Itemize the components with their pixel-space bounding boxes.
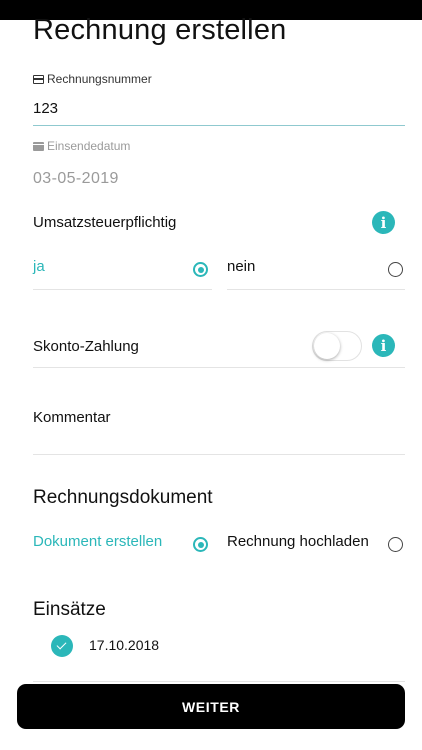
skonto-toggle-knob: [314, 333, 340, 359]
comment-divider: [33, 454, 405, 455]
vat-option-yes-radio[interactable]: [193, 262, 208, 277]
document-option-create-radio[interactable]: [193, 537, 208, 552]
document-option-upload-label[interactable]: Rechnung hochladen: [227, 533, 369, 550]
submit-date-field[interactable]: 03-05-2019: [33, 170, 119, 188]
vat-no-divider: [227, 289, 405, 290]
vat-option-yes-label[interactable]: ja: [33, 258, 45, 275]
document-option-upload-radio[interactable]: [388, 537, 403, 552]
weiter-button[interactable]: WEITER: [17, 684, 405, 729]
vat-label: Umsatzsteuerpflichtig: [33, 214, 177, 231]
skonto-info-icon[interactable]: i: [372, 334, 395, 357]
document-option-create-label[interactable]: Dokument erstellen: [33, 533, 162, 550]
invoice-number-label-text: Rechnungsnummer: [47, 72, 152, 86]
page-title: Rechnung erstellen: [33, 14, 287, 46]
assignment-divider: [33, 681, 405, 682]
vat-option-no-label[interactable]: nein: [227, 258, 255, 275]
invoice-number-input[interactable]: 123: [33, 100, 58, 117]
skonto-divider: [33, 367, 405, 368]
assignment-date: 17.10.2018: [89, 637, 160, 653]
assignment-checkbox[interactable]: [51, 635, 73, 657]
vat-option-no-radio[interactable]: [388, 262, 403, 277]
skonto-toggle[interactable]: [312, 331, 362, 361]
submit-date-label-text: Einsendedatum: [47, 139, 131, 153]
submit-date-label: Einsendedatum: [33, 139, 130, 153]
vat-yes-divider: [33, 289, 212, 290]
invoice-number-underline: [33, 125, 405, 126]
vat-info-icon[interactable]: i: [372, 211, 395, 234]
assignments-section-title: Einsätze: [33, 599, 106, 620]
credit-card-icon: [33, 74, 44, 84]
calendar-icon: [33, 141, 44, 151]
comment-input[interactable]: Kommentar: [33, 409, 111, 426]
skonto-label: Skonto-Zahlung: [33, 338, 139, 355]
document-section-title: Rechnungsdokument: [33, 487, 213, 508]
invoice-number-label: Rechnungsnummer: [33, 72, 152, 86]
